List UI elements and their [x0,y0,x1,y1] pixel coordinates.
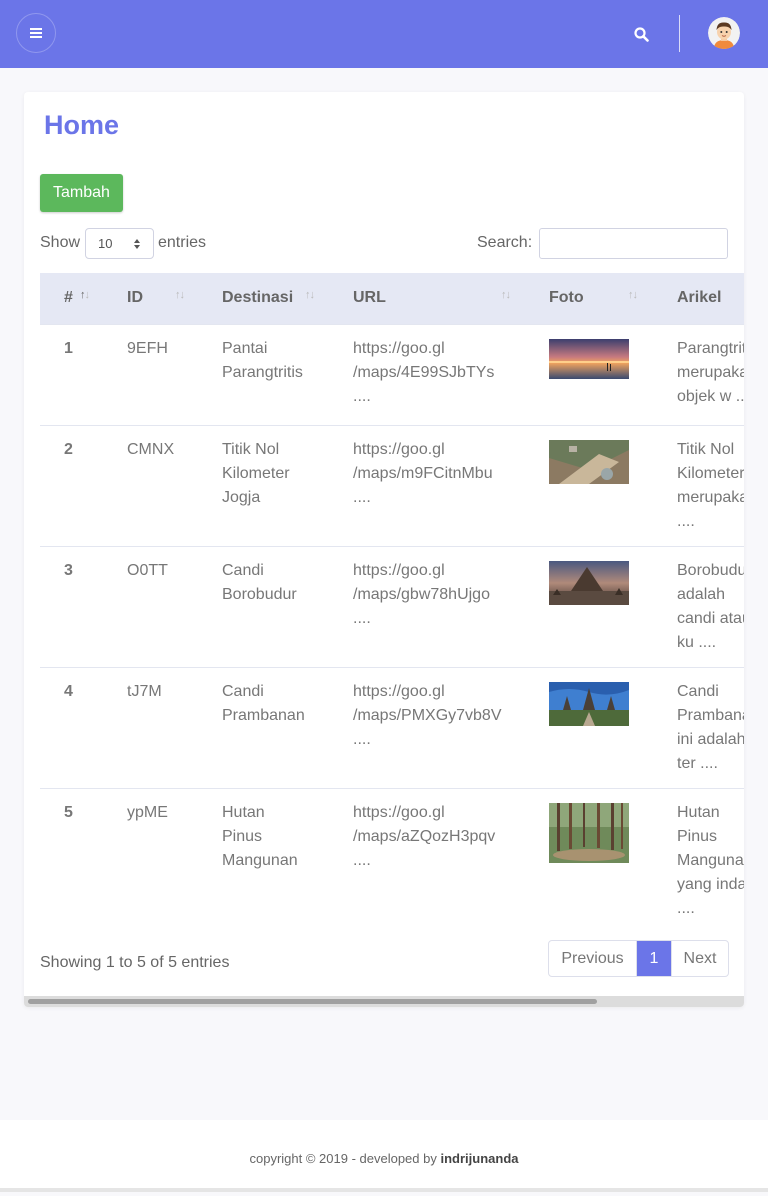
sort-icon: ↑↓ [175,289,185,301]
temple-panorama-photo [549,560,629,605]
cell-destinasi: Hutan Pinus Mangunan [206,787,337,933]
cell-foto [533,323,661,425]
avatar-icon [708,17,740,49]
cell-artikel: Titik NolKilometermerupakan.... [661,424,744,546]
cell-foto [533,545,661,667]
cell-destinasi: Titik Nol Kilometer Jogja [206,424,337,546]
cell-id: O0TT [111,545,206,667]
cell-url: https://goo.gl/maps/gbw78hUjgo.... [337,545,533,667]
table-row[interactable]: 5 ypME Hutan Pinus Mangunan https://goo.gl… [40,787,744,933]
page-1-button[interactable]: 1 [637,941,671,976]
pine-forest-photo [549,802,629,863]
entries-label: entries [158,234,207,251]
search-label: Search: [477,234,533,251]
cell-foto [533,666,661,788]
table-search-input[interactable] [539,228,728,259]
table-row[interactable]: 2 CMNX Titik Nol Kilometer Jogja https://g… [40,424,744,546]
scrollbar-thumb[interactable] [28,999,597,1004]
pagination: Previous 1 Next [548,940,729,977]
table-row[interactable]: 1 9EFH Pantai Parangtritis https://goo.gl… [40,323,744,425]
show-label: Show [40,234,81,251]
table-info: Showing 1 to 5 of 5 entries [40,954,230,971]
cell-destinasi: Candi Prambanan [206,666,337,788]
hamburger-icon [30,28,42,38]
table-row[interactable]: 4 tJ7M Candi Prambanan https://goo.gl/map… [40,666,744,788]
cell-id: ypME [111,787,206,933]
data-table-wrapper: # ↑↓ ID ↑↓ Destinasi ↑↓ URL ↑↓ Foto ↑↓ Arikel… [40,273,744,933]
cell-artikel: CandiPrambananini adalahter .... [661,666,744,788]
column-header-number[interactable]: # ↑↓ [40,273,111,324]
topbar [0,0,768,68]
column-header-url[interactable]: URL ↑↓ [337,273,533,324]
next-page-button[interactable]: Next [671,941,728,976]
sunset-beach-photo [549,338,629,379]
cell-number: 3 [40,545,111,667]
add-button[interactable]: Tambah [40,174,123,212]
page-length-value: 10 [98,236,113,251]
sort-icon: ↑↓ [80,289,90,301]
temple-sky-photo [549,681,629,726]
column-header-id[interactable]: ID ↑↓ [111,273,206,324]
cell-artikel: Parangtritismerupakanobjek w .... [661,323,744,425]
cell-destinasi: Pantai Parangtritis [206,323,337,425]
column-header-artikel[interactable]: Arikel [661,273,744,324]
copyright-text: copyright © 2019 - developed by indrijun… [249,1151,519,1166]
cell-foto [533,787,661,933]
city-square-photo [549,439,629,484]
cell-id: 9EFH [111,323,206,425]
destinations-table: # ↑↓ ID ↑↓ Destinasi ↑↓ URL ↑↓ Foto ↑↓ Arikel… [40,273,744,933]
cell-number: 2 [40,424,111,546]
page-title: Home [44,110,120,140]
select-arrows-icon [134,239,140,249]
table-header-row: # ↑↓ ID ↑↓ Destinasi ↑↓ URL ↑↓ Foto ↑↓ Arikel [40,273,744,324]
cell-url: https://goo.gl/maps/4E99SJbTYs.... [337,323,533,425]
topbar-divider [679,15,680,52]
cell-url: https://goo.gl/maps/PMXGy7vb8V.... [337,666,533,788]
horizontal-scrollbar[interactable] [24,996,744,1007]
previous-page-button[interactable]: Previous [549,941,637,976]
cell-number: 4 [40,666,111,788]
sort-icon: ↑↓ [305,289,315,301]
search-button[interactable] [628,21,654,47]
sidebar-toggle-button[interactable] [16,13,56,53]
page-length-select[interactable]: 10 [85,228,154,259]
sort-icon: ↑↓ [501,289,511,301]
cell-url: https://goo.gl/maps/m9FCitnMbu.... [337,424,533,546]
cell-foto [533,424,661,546]
table-row[interactable]: 3 O0TT Candi Borobudur https://goo.gl/map… [40,545,744,667]
user-avatar[interactable] [708,17,740,49]
cell-destinasi: Candi Borobudur [206,545,337,667]
cell-number: 1 [40,323,111,425]
cell-artikel: Borobuduradalahcandi atauku .... [661,545,744,667]
content-card: Home Tambah Show 10 entries Search: # ↑↓ … [24,92,744,1007]
sort-icon: ↑↓ [628,289,638,301]
cell-id: CMNX [111,424,206,546]
author-name: indrijunanda [440,1151,519,1166]
column-header-destinasi[interactable]: Destinasi ↑↓ [206,273,337,324]
cell-artikel: HutanPinusMangunanyang indah.... [661,787,744,933]
cell-id: tJ7M [111,666,206,788]
search-icon [633,26,649,42]
cell-number: 5 [40,787,111,933]
footer: copyright © 2019 - developed by indrijun… [0,1120,768,1192]
column-header-foto[interactable]: Foto ↑↓ [533,273,661,324]
cell-url: https://goo.gl/maps/aZQozH3pqv.... [337,787,533,933]
